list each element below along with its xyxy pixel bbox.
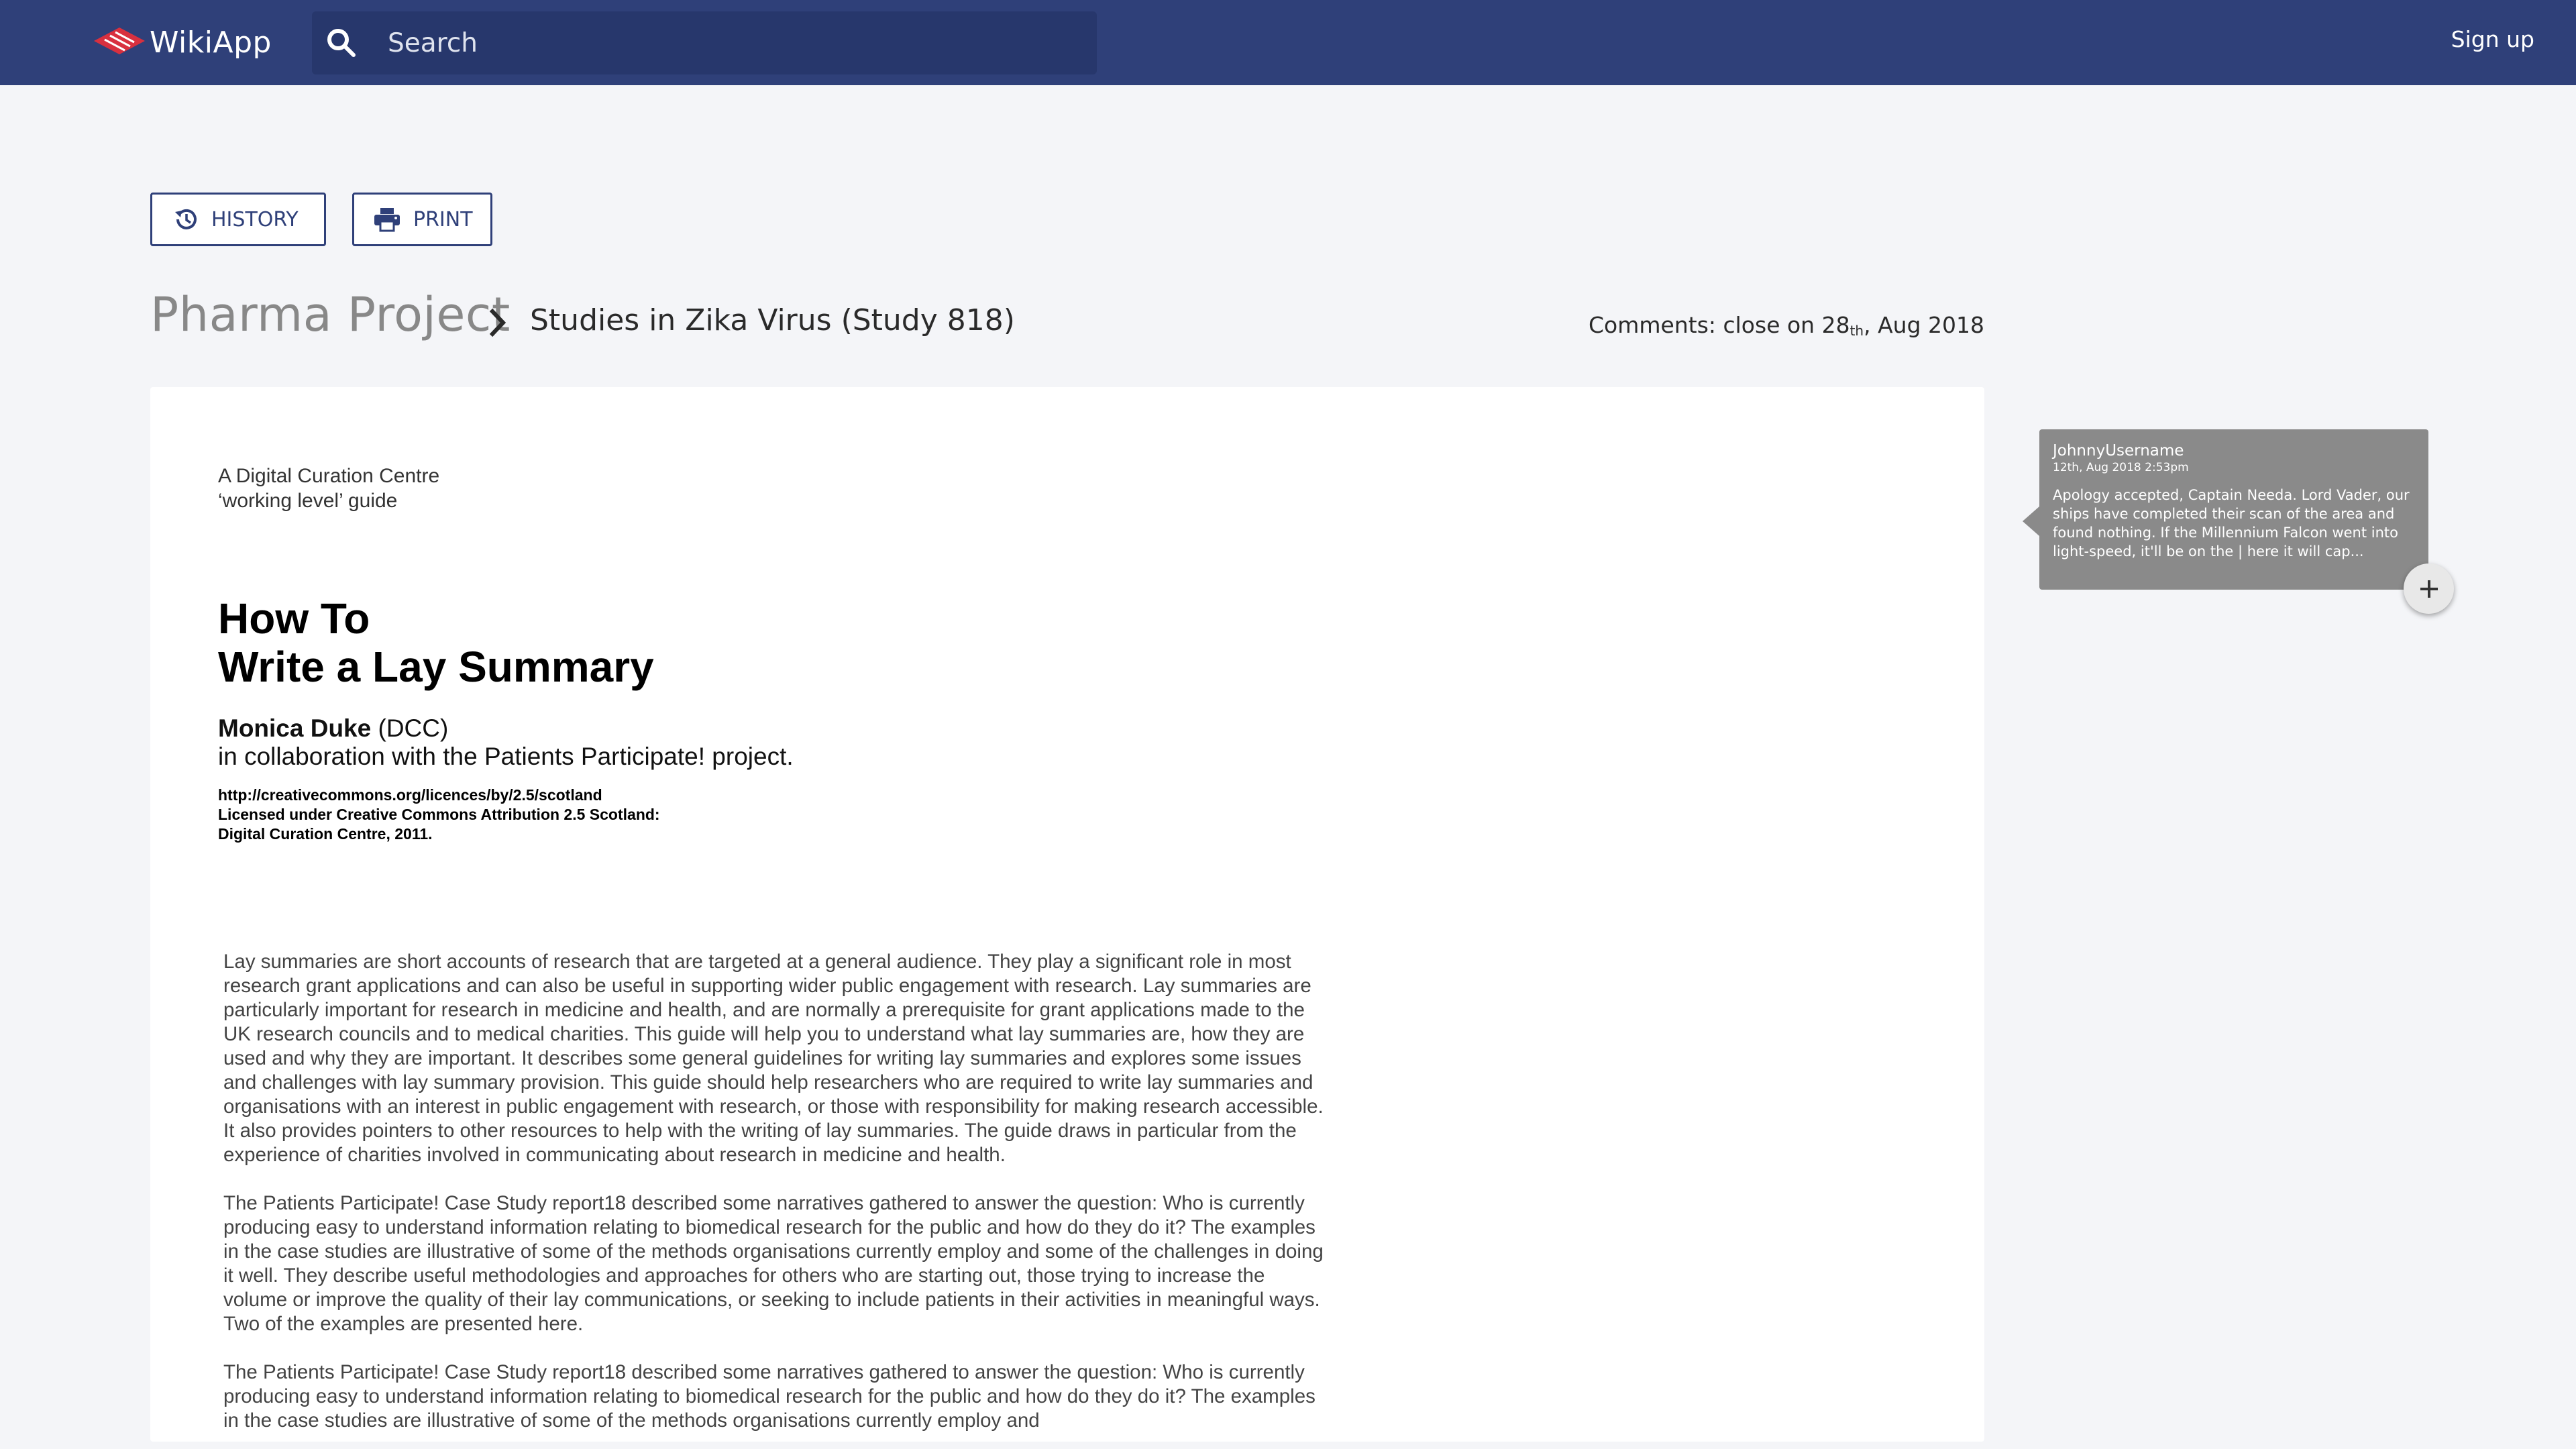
document-title: How To Write a Lay Summary [218,594,654,691]
print-button-label: PRINT [413,207,473,231]
sign-up-link[interactable]: Sign up [2451,26,2534,52]
comment-username: JohnnyUsername [2053,442,2184,460]
chevron-right-icon [489,308,506,337]
add-comment-button[interactable] [2404,564,2454,614]
print-button[interactable]: PRINT [352,193,492,246]
document-content: A Digital Curation Centre ‘working level… [218,464,1358,1433]
search-input[interactable] [388,11,1072,74]
history-button[interactable]: HISTORY [150,193,326,246]
wikiapp-logo[interactable] [93,23,146,58]
comments-close-date: Comments: close on 28th, Aug 2018 [1589,312,1984,339]
plus-icon [2420,580,2438,598]
guide-line: A Digital Curation Centre [218,465,440,487]
app-title[interactable]: WikiApp [150,25,272,60]
comment-pointer [2023,506,2039,536]
license-block: http://creativecommons.org/licences/by/2… [218,786,660,843]
history-button-label: HISTORY [211,207,299,231]
printer-icon [374,208,400,232]
document-page: A Digital Curation Centre ‘working level… [150,387,1984,1442]
document-author: Monica Duke (DCC) [218,714,449,742]
guide-line: ‘working level’ guide [218,490,398,512]
comment-text: Apology accepted, Captain Needa. Lord Va… [2053,487,2410,559]
document-paragraph: Lay summaries are short accounts of rese… [223,951,1324,1166]
search-box[interactable] [312,11,1097,74]
search-icon[interactable] [325,27,358,59]
document-paragraph: The Patients Participate! Case Study rep… [223,1192,1324,1335]
document-paragraph: The Patients Participate! Case Study rep… [223,1361,1316,1432]
top-bar: WikiApp Sign up [0,0,2576,85]
breadcrumb-current-page: Studies in Zika Virus (Study 818) [530,303,1015,337]
comment-card[interactable]: JohnnyUsername 12th, Aug 2018 2:53pm Apo… [2039,429,2428,590]
breadcrumb-project-link[interactable]: Pharma Project [150,287,511,342]
comment-timestamp: 12th, Aug 2018 2:53pm [2053,461,2189,474]
document-collaboration: in collaboration with the Patients Parti… [218,743,794,770]
history-icon [175,209,197,229]
